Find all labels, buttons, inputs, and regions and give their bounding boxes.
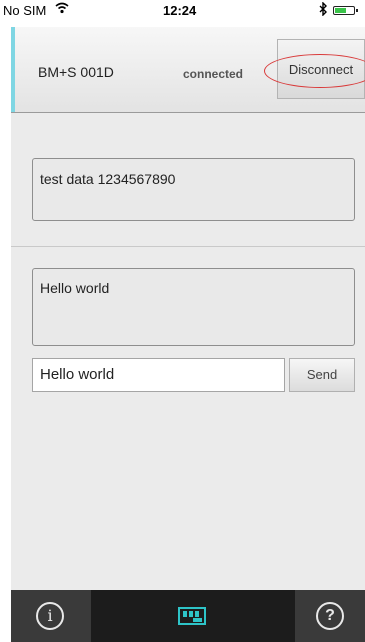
connection-status: connected <box>183 67 244 81</box>
section-divider <box>11 246 365 247</box>
received-data-field[interactable]: test data 1234567890 <box>32 158 355 221</box>
bluetooth-icon <box>318 1 328 19</box>
tab-bar: i ? <box>11 590 365 642</box>
highlight-ring <box>264 54 365 88</box>
circuit-board-icon <box>178 607 206 625</box>
tab-help[interactable]: ? <box>295 590 365 642</box>
wifi-icon <box>55 2 69 17</box>
tab-info[interactable]: i <box>11 590 91 642</box>
message-input[interactable]: Hello world <box>32 358 285 392</box>
status-bar: No SIM 12:24 <box>0 0 365 22</box>
battery-nub <box>356 9 358 12</box>
main-panel: test data 1234567890 Hello world Hello w… <box>11 113 365 590</box>
help-icon: ? <box>316 602 344 630</box>
device-name: BM+S 001D <box>38 64 114 80</box>
sent-log-field[interactable]: Hello world <box>32 268 355 346</box>
clock: 12:24 <box>163 3 197 18</box>
send-button[interactable]: Send <box>289 358 355 392</box>
battery-icon <box>333 6 358 15</box>
accent-strip <box>11 27 15 112</box>
info-icon: i <box>36 602 64 630</box>
tab-terminal[interactable] <box>91 590 295 642</box>
connection-header: BM+S 001D connected Disconnect <box>11 27 365 113</box>
battery-fill <box>335 8 346 13</box>
carrier-label: No SIM <box>3 3 47 18</box>
